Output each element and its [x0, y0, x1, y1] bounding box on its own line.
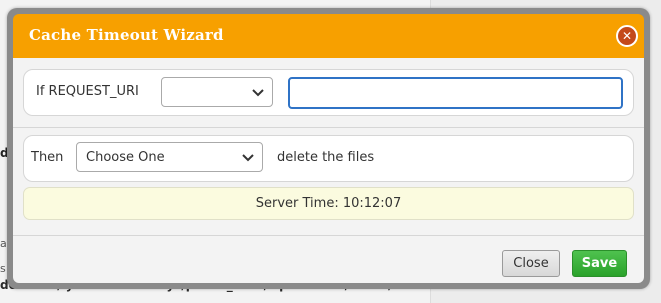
- chevron-down-icon: [242, 154, 254, 162]
- close-icon[interactable]: ✕: [616, 25, 638, 47]
- dialog-titlebar: Cache Timeout Wizard ✕: [13, 14, 644, 58]
- delete-files-label: delete the files: [277, 150, 375, 165]
- dialog-content: If REQUEST_URI Then Choose One delete th…: [13, 58, 644, 236]
- save-button[interactable]: Save: [572, 250, 627, 277]
- cache-timeout-dialog: Cache Timeout Wizard ✕ If REQUEST_URI Th…: [7, 8, 650, 289]
- request-uri-input[interactable]: [288, 77, 623, 109]
- then-label: Then: [31, 150, 64, 165]
- condition-row: If REQUEST_URI: [23, 69, 634, 116]
- chevron-down-icon: [252, 89, 264, 97]
- dialog-footer: Close Save: [13, 236, 644, 283]
- dialog-title: Cache Timeout Wizard: [29, 26, 224, 44]
- close-button[interactable]: Close: [502, 250, 560, 277]
- action-select[interactable]: Choose One: [76, 142, 263, 172]
- divider: [13, 127, 644, 128]
- server-time: Server Time: 10:12:07: [23, 187, 634, 220]
- action-row: Then Choose One delete the files: [23, 135, 634, 182]
- request-uri-operator-select[interactable]: [161, 77, 273, 107]
- request-uri-label: If REQUEST_URI: [36, 84, 139, 99]
- select-value: Choose One: [86, 150, 165, 165]
